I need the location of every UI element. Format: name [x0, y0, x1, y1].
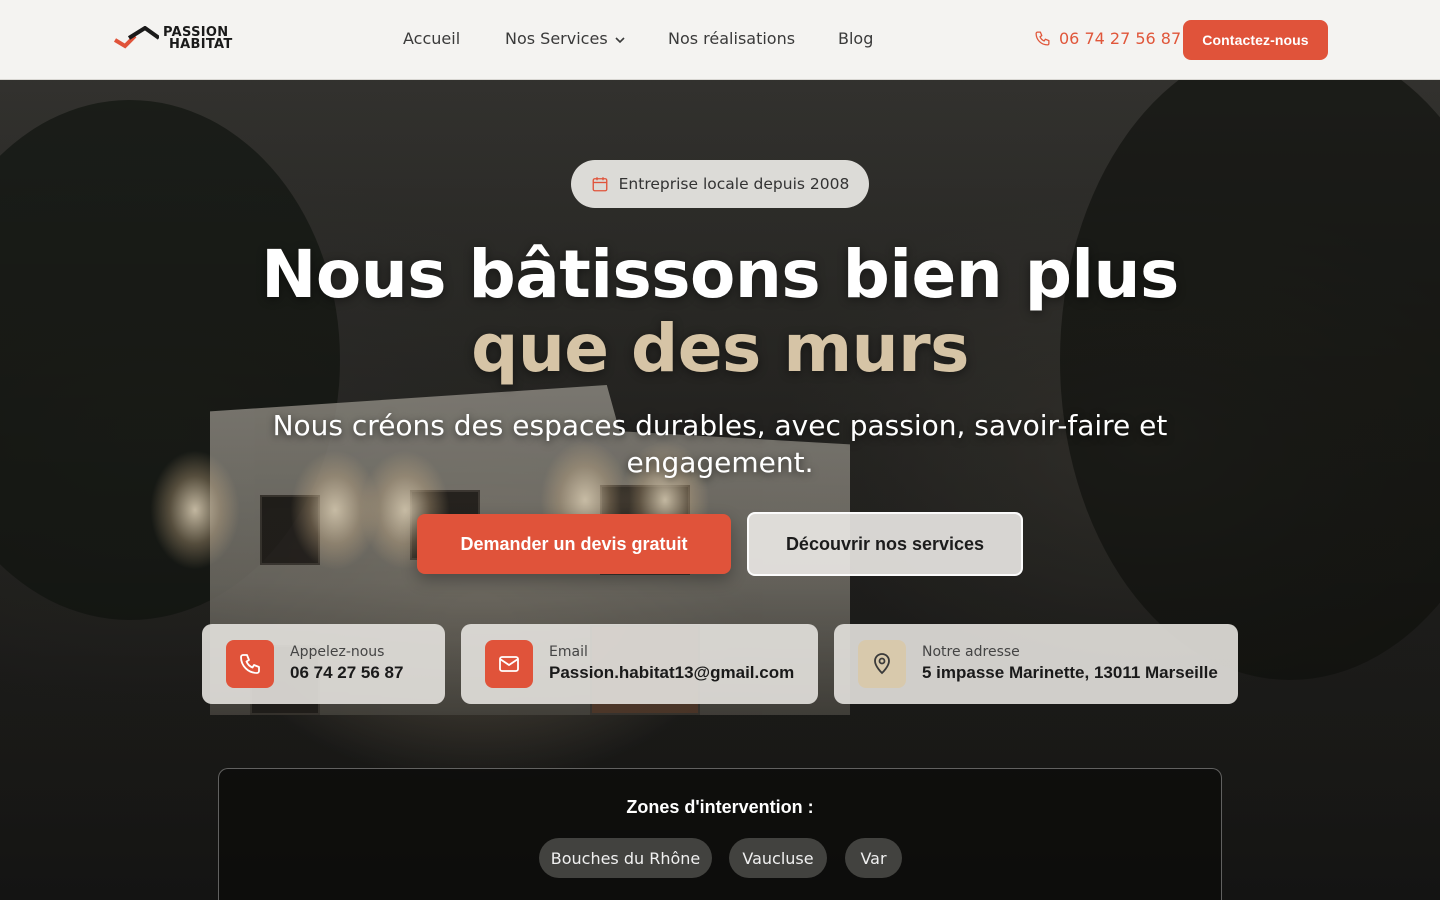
- phone-icon: [240, 654, 260, 674]
- address-card-label: Notre adresse: [922, 644, 1020, 660]
- email-card-label: Email: [549, 644, 588, 660]
- call-card-label: Appelez-nous: [290, 644, 385, 660]
- phone-icon: [1035, 31, 1050, 46]
- chevron-down-icon: [615, 36, 625, 43]
- house-roof-logo-icon: [113, 26, 159, 49]
- email-card[interactable]: Email Passion.habitat13@gmail.com: [461, 624, 818, 704]
- header-phone-link[interactable]: 06 74 27 56 87: [1034, 29, 1181, 48]
- site-header: PASSION HABITAT Accueil Nos Services Nos…: [0, 0, 1440, 80]
- established-badge: Entreprise locale depuis 2008: [571, 160, 869, 208]
- address-card-icon: [858, 640, 906, 688]
- zone-chip-var[interactable]: Var: [845, 838, 902, 878]
- badge-text: Entreprise locale depuis 2008: [618, 175, 850, 193]
- address-card[interactable]: Notre adresse 5 impasse Marinette, 13011…: [834, 624, 1238, 704]
- call-card[interactable]: Appelez-nous 06 74 27 56 87: [202, 624, 445, 704]
- request-quote-button[interactable]: Demander un devis gratuit: [417, 514, 731, 574]
- call-card-icon: [226, 640, 274, 688]
- zones-title: Zones d'intervention :: [626, 797, 814, 817]
- hero-title: Nous bâtissons bien plus que des murs: [0, 238, 1440, 386]
- map-pin-icon: [874, 653, 890, 675]
- nav-blog[interactable]: Blog: [838, 29, 873, 48]
- hero-subtitle: Nous créons des espaces durables, avec p…: [272, 409, 1168, 479]
- logo-wordmark: PASSION HABITAT: [163, 25, 233, 52]
- discover-services-button[interactable]: Découvrir nos services: [747, 512, 1023, 576]
- header-phone-number: 06 74 27 56 87: [1059, 29, 1182, 48]
- email-card-value: Passion.habitat13@gmail.com: [549, 663, 795, 682]
- call-card-value: 06 74 27 56 87: [290, 663, 404, 682]
- address-card-value: 5 impasse Marinette, 13011 Marseille: [922, 663, 1218, 682]
- zone-chip-vaucluse[interactable]: Vaucluse: [729, 838, 827, 878]
- nav-accueil[interactable]: Accueil: [403, 29, 460, 48]
- contact-button[interactable]: Contactez-nous: [1183, 20, 1328, 60]
- nav-nos-services[interactable]: Nos Services: [505, 29, 626, 48]
- nav-nos-realisations[interactable]: Nos réalisations: [668, 29, 795, 48]
- hero-title-line2: que des murs: [471, 310, 969, 387]
- passion-habitat-logo[interactable]: PASSION HABITAT: [113, 24, 243, 56]
- hero-title-line1: Nous bâtissons bien plus: [261, 236, 1179, 313]
- zone-chip-bouches-du-rhone[interactable]: Bouches du Rhône: [539, 838, 712, 878]
- email-card-icon: [485, 640, 533, 688]
- nav-nos-services-label: Nos Services: [505, 29, 608, 48]
- mail-icon: [499, 656, 519, 672]
- calendar-icon: [592, 177, 608, 192]
- zones-panel: Zones d'intervention : Bouches du Rhône …: [218, 768, 1222, 900]
